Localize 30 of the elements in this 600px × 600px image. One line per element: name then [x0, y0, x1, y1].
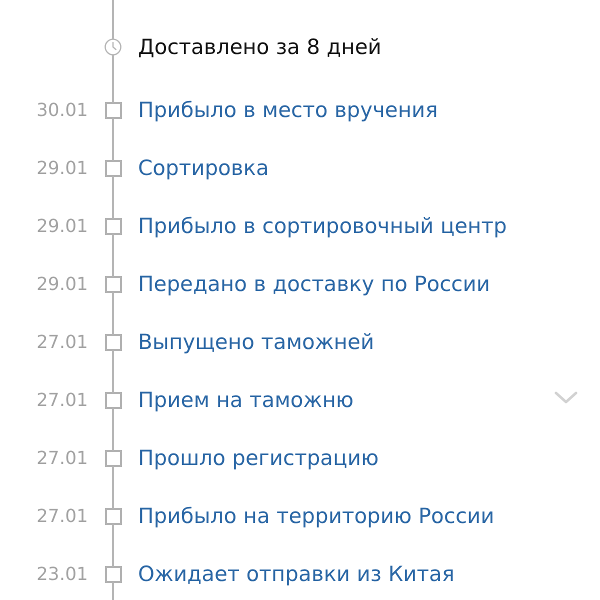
- square-marker-icon: [104, 508, 122, 524]
- event-title: Выпущено таможней: [138, 330, 374, 354]
- event-title: Прибыло в сортировочный центр: [138, 214, 507, 238]
- event-date: 29.01: [36, 216, 88, 236]
- chevron-down-icon[interactable]: [554, 391, 578, 404]
- event-date: 23.01: [36, 564, 88, 584]
- square-marker-icon: [104, 566, 122, 582]
- square-marker-icon: [104, 102, 122, 118]
- event-date: 27.01: [36, 390, 88, 410]
- event-title: Передано в доставку по России: [138, 272, 490, 296]
- square-marker-icon: [104, 334, 122, 350]
- event-date: 30.01: [36, 100, 88, 120]
- square-marker-icon: [104, 392, 122, 408]
- event-title: Прибыло в место вручения: [138, 98, 438, 122]
- event-date: 29.01: [36, 158, 88, 178]
- square-marker-icon: [104, 276, 122, 292]
- square-marker-icon: [104, 160, 122, 176]
- event-title: Прошло регистрацию: [138, 446, 379, 470]
- event-date: 27.01: [36, 506, 88, 526]
- delivery-summary: Доставлено за 8 дней: [138, 35, 382, 59]
- event-date: 29.01: [36, 274, 88, 294]
- square-marker-icon: [104, 218, 122, 234]
- square-marker-icon: [104, 450, 122, 466]
- event-title: Ожидает отправки из Китая: [138, 562, 454, 586]
- event-title: Прием на таможню: [138, 388, 354, 412]
- event-title: Сортировка: [138, 156, 269, 180]
- clock-icon: [104, 36, 122, 58]
- event-title: Прибыло на территорию России: [138, 504, 494, 528]
- event-date: 27.01: [36, 332, 88, 352]
- event-date: 27.01: [36, 448, 88, 468]
